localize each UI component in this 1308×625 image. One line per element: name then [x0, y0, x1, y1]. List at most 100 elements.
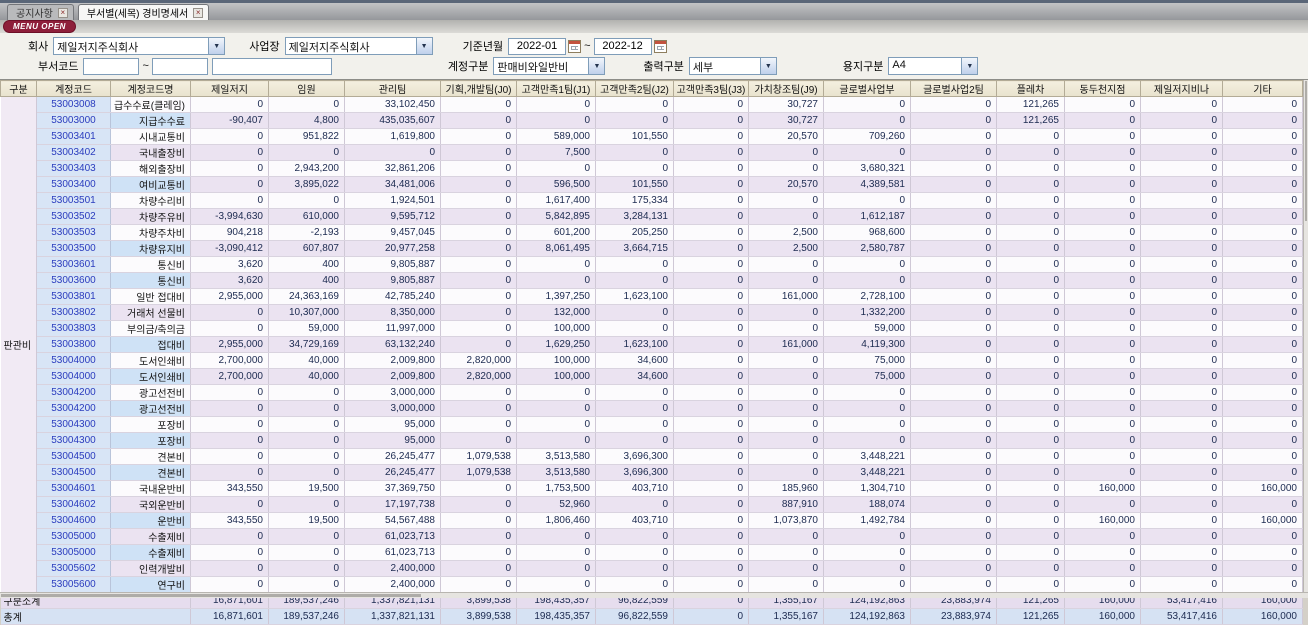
dept-code-to-input[interactable] — [151, 57, 208, 75]
value-cell[interactable]: 0 — [268, 192, 345, 209]
value-cell[interactable]: 0 — [190, 464, 269, 481]
value-cell[interactable]: 0 — [190, 576, 269, 593]
value-cell[interactable]: 75,000 — [823, 368, 911, 385]
value-cell[interactable]: 2,700,000 — [190, 368, 269, 385]
value-cell[interactable]: 0 — [595, 144, 674, 161]
value-cell[interactable]: 101,550 — [595, 176, 674, 193]
value-cell[interactable]: 0 — [673, 416, 749, 433]
account-name-cell[interactable]: 도서인쇄비 — [110, 368, 191, 385]
value-cell[interactable]: 0 — [440, 336, 517, 353]
value-cell[interactable]: 0 — [910, 560, 997, 577]
account-code-cell[interactable]: 53004601 — [36, 480, 111, 497]
value-cell[interactable]: 0 — [1064, 176, 1141, 193]
value-cell[interactable]: 0 — [440, 160, 517, 177]
value-cell[interactable]: 0 — [996, 496, 1065, 513]
value-cell[interactable]: 95,000 — [344, 432, 441, 449]
value-cell[interactable]: -2,193 — [268, 224, 345, 241]
value-cell[interactable]: 0 — [748, 208, 824, 225]
value-cell[interactable]: 0 — [1064, 352, 1141, 369]
value-cell[interactable]: 0 — [190, 304, 269, 321]
value-cell[interactable]: 160,000 — [1222, 480, 1303, 497]
value-cell[interactable]: 0 — [440, 208, 517, 225]
value-cell[interactable]: 607,807 — [268, 240, 345, 257]
value-cell[interactable]: 0 — [1140, 272, 1223, 289]
close-icon[interactable]: × — [57, 7, 68, 18]
value-cell[interactable]: 0 — [673, 224, 749, 241]
value-cell[interactable]: 0 — [190, 384, 269, 401]
calendar-icon[interactable] — [568, 39, 582, 53]
table-row[interactable]: 53003801 일반 접대비 2,955,000 24,363,169 42,785,… — [1, 288, 1303, 305]
value-cell[interactable]: 0 — [910, 432, 997, 449]
value-cell[interactable]: 610,000 — [268, 208, 345, 225]
value-cell[interactable]: 0 — [673, 400, 749, 417]
value-cell[interactable]: 0 — [1222, 176, 1303, 193]
value-cell[interactable]: 0 — [268, 432, 345, 449]
value-cell[interactable]: 0 — [1064, 336, 1141, 353]
value-cell[interactable]: 0 — [190, 320, 269, 337]
value-cell[interactable]: 0 — [440, 576, 517, 593]
value-cell[interactable]: 24,363,169 — [268, 288, 345, 305]
value-cell[interactable]: 2,009,800 — [344, 368, 441, 385]
value-cell[interactable]: 0 — [1140, 432, 1223, 449]
value-cell[interactable]: 0 — [595, 544, 674, 561]
value-cell[interactable]: 10,307,000 — [268, 304, 345, 321]
value-cell[interactable]: 0 — [440, 512, 517, 529]
account-code-cell[interactable]: 53003502 — [36, 208, 111, 225]
value-cell[interactable]: 0 — [516, 96, 596, 113]
value-cell[interactable]: 0 — [1140, 144, 1223, 161]
value-cell[interactable]: 0 — [1064, 496, 1141, 513]
account-code-cell[interactable]: 53003400 — [36, 176, 111, 193]
value-cell[interactable]: 100,000 — [516, 368, 596, 385]
value-cell[interactable]: 161,000 — [748, 288, 824, 305]
account-name-cell[interactable]: 포장비 — [110, 432, 191, 449]
value-cell[interactable]: 0 — [910, 416, 997, 433]
account-name-cell[interactable]: 통신비 — [110, 256, 191, 273]
value-cell[interactable]: 0 — [268, 544, 345, 561]
value-cell[interactable]: 0 — [748, 528, 824, 545]
account-code-cell[interactable]: 53005000 — [36, 528, 111, 545]
value-cell[interactable]: 0 — [673, 352, 749, 369]
account-code-cell[interactable]: 53003500 — [36, 240, 111, 257]
value-cell[interactable]: 19,500 — [268, 512, 345, 529]
value-cell[interactable]: 3,696,300 — [595, 464, 674, 481]
value-cell[interactable]: 0 — [1064, 432, 1141, 449]
account-name-cell[interactable]: 차량주유비 — [110, 208, 191, 225]
output-type-select[interactable]: 세부 ▼ — [688, 57, 777, 75]
value-cell[interactable]: 0 — [1140, 256, 1223, 273]
value-cell[interactable]: 0 — [673, 256, 749, 273]
value-cell[interactable]: 0 — [516, 400, 596, 417]
value-cell[interactable]: 0 — [1140, 512, 1223, 529]
table-row[interactable]: 53004300 포장비 0 0 95,000 0 0 0 0 0 0 0 0 0 0 0 — [1, 416, 1303, 433]
value-cell[interactable]: 0 — [673, 112, 749, 129]
value-cell[interactable]: 0 — [748, 384, 824, 401]
value-cell[interactable]: 0 — [1222, 208, 1303, 225]
account-name-cell[interactable]: 거래처 선물비 — [110, 304, 191, 321]
account-code-cell[interactable]: 53003403 — [36, 160, 111, 177]
value-cell[interactable]: 887,910 — [748, 496, 824, 513]
value-cell[interactable]: 0 — [996, 336, 1065, 353]
value-cell[interactable]: 0 — [1140, 400, 1223, 417]
value-cell[interactable]: 0 — [268, 576, 345, 593]
table-row[interactable]: 53003403 해외출장비 0 2,943,200 32,861,206 0 0 0 0 0 3,… — [1, 160, 1303, 177]
value-cell[interactable]: 3,513,580 — [516, 448, 596, 465]
value-cell[interactable]: 0 — [1064, 288, 1141, 305]
value-cell[interactable]: 0 — [1140, 496, 1223, 513]
period-from-input[interactable] — [508, 37, 567, 55]
value-cell[interactable]: 0 — [1222, 96, 1303, 113]
value-cell[interactable]: 343,550 — [190, 480, 269, 497]
value-cell[interactable]: 0 — [190, 528, 269, 545]
value-cell[interactable]: 0 — [996, 464, 1065, 481]
value-cell[interactable]: 0 — [1064, 384, 1141, 401]
value-cell[interactable]: 1,629,250 — [516, 336, 596, 353]
value-cell[interactable]: 0 — [1140, 288, 1223, 305]
account-name-cell[interactable]: 운반비 — [110, 512, 191, 529]
value-cell[interactable]: 0 — [595, 384, 674, 401]
value-cell[interactable]: 0 — [1222, 256, 1303, 273]
value-cell[interactable]: 0 — [1222, 320, 1303, 337]
value-cell[interactable]: 403,710 — [595, 512, 674, 529]
value-cell[interactable]: 0 — [823, 272, 911, 289]
value-cell[interactable]: 61,023,713 — [344, 528, 441, 545]
value-cell[interactable]: 0 — [823, 384, 911, 401]
value-cell[interactable]: 0 — [595, 528, 674, 545]
value-cell[interactable]: 0 — [1222, 432, 1303, 449]
